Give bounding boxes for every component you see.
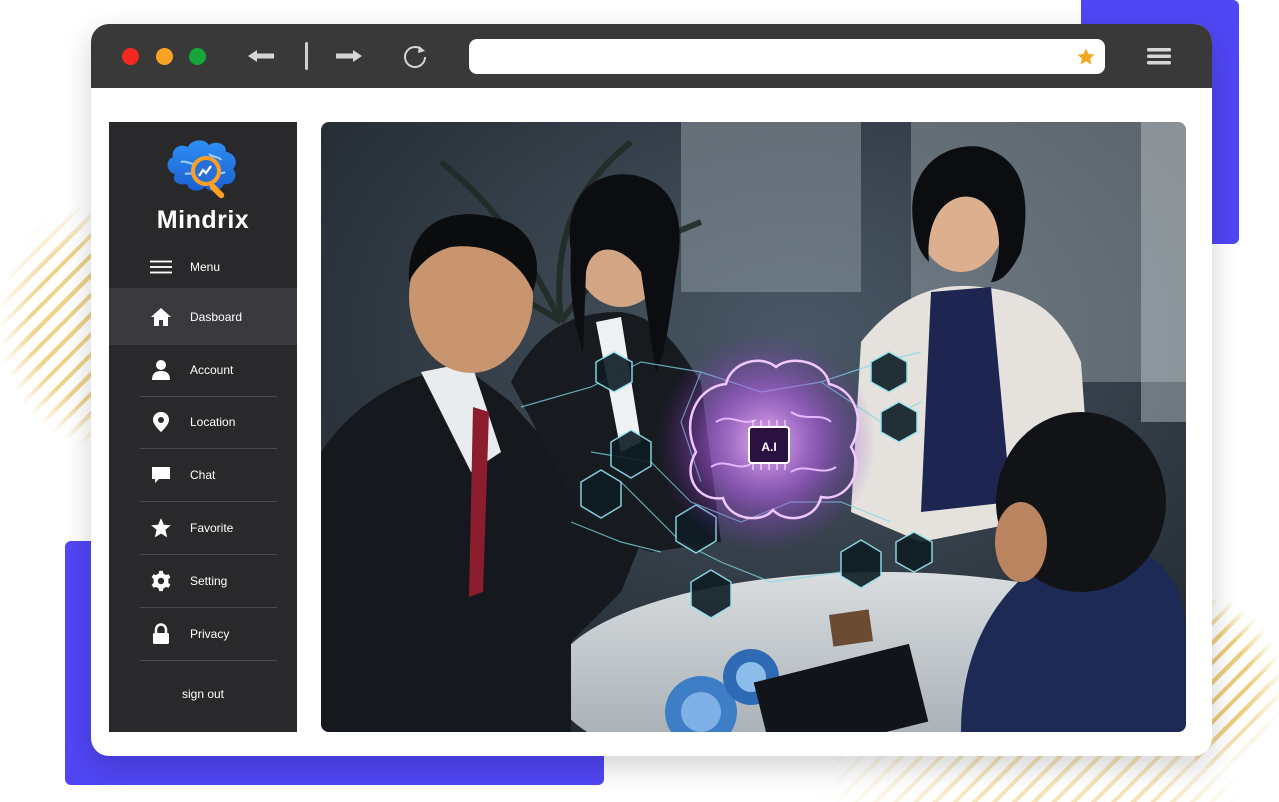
url-input[interactable] — [481, 39, 1065, 76]
sidebar-item-label: Setting — [190, 574, 228, 588]
user-icon — [150, 359, 172, 381]
meeting-ai-hologram-illustration: A.I — [321, 122, 1186, 732]
sidebar-divider — [140, 607, 277, 608]
minimize-window-button[interactable] — [156, 48, 173, 65]
sidebar-item-favorite[interactable]: Favorite — [109, 515, 297, 541]
bookmark-star-icon[interactable] — [1076, 47, 1096, 67]
reload-icon[interactable] — [397, 42, 433, 70]
menu-icon[interactable] — [1145, 44, 1173, 68]
sidebar-item-location[interactable]: Location — [109, 409, 297, 435]
sign-out-link[interactable]: sign out — [109, 687, 297, 701]
forward-icon[interactable] — [331, 42, 367, 70]
sidebar-divider — [140, 501, 277, 502]
menu-toggle[interactable]: Menu — [109, 254, 297, 280]
sidebar-item-label: Chat — [190, 468, 216, 482]
sidebar-divider — [140, 448, 277, 449]
address-bar[interactable] — [469, 39, 1105, 76]
sidebar-item-label: Location — [190, 415, 236, 429]
decor-stripes-left — [0, 205, 95, 445]
ai-chip-label: A.I — [761, 440, 776, 454]
gear-icon — [150, 570, 172, 592]
toolbar-divider — [305, 42, 308, 70]
sidebar-item-label: Privacy — [190, 627, 230, 641]
sidebar-item-chat[interactable]: Chat — [109, 462, 297, 488]
location-pin-icon — [150, 411, 172, 433]
sidebar-item-setting[interactable]: Setting — [109, 568, 297, 594]
sidebar-divider — [140, 554, 277, 555]
browser-window: Mindrix Menu Dasboard Account Location C… — [91, 24, 1212, 756]
sidebar-divider — [140, 396, 277, 397]
maximize-window-button[interactable] — [189, 48, 206, 65]
hamburger-icon — [150, 256, 172, 278]
sidebar: Mindrix Menu Dasboard Account Location C… — [109, 122, 297, 732]
lock-icon — [150, 623, 172, 645]
browser-toolbar — [91, 24, 1212, 88]
brand-logo[interactable]: Mindrix — [109, 136, 297, 235]
hero-image: A.I — [321, 122, 1186, 732]
home-icon — [150, 306, 172, 328]
sidebar-item-label: Favorite — [190, 521, 234, 535]
sidebar-item-label: Dasboard — [190, 309, 243, 324]
sidebar-item-account[interactable]: Account — [109, 357, 297, 383]
sidebar-item-privacy[interactable]: Privacy — [109, 621, 297, 647]
menu-label: Menu — [190, 260, 221, 274]
decor-stripes-bottom — [820, 756, 1240, 802]
sidebar-divider — [140, 660, 277, 661]
sidebar-item-dashboard[interactable]: Dasboard — [109, 288, 297, 345]
sidebar-item-label: Account — [190, 363, 234, 377]
brain-search-logo-icon — [167, 140, 236, 199]
star-icon — [150, 517, 172, 539]
back-icon[interactable] — [243, 42, 279, 70]
chat-icon — [150, 464, 172, 486]
brand-name: Mindrix — [156, 206, 250, 234]
close-window-button[interactable] — [122, 48, 139, 65]
